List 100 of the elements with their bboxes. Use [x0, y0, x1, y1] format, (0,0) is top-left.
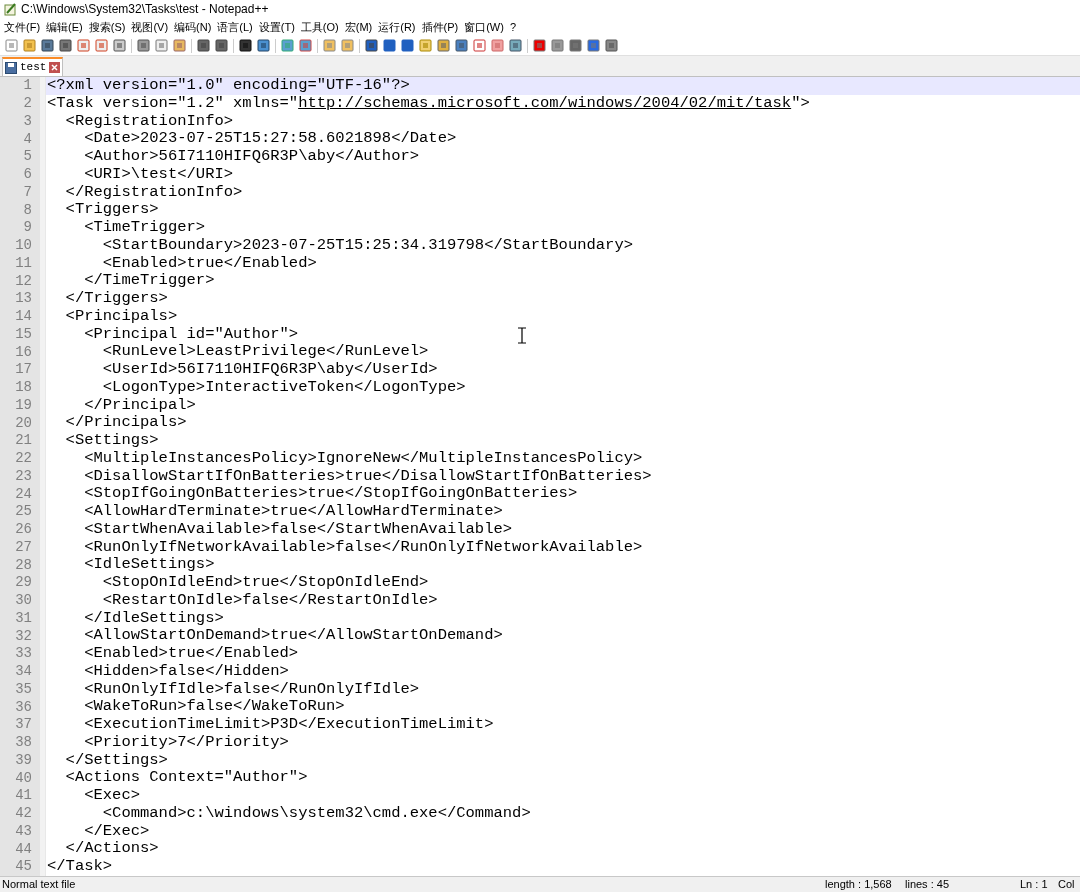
code-line: </Principals> — [64, 415, 187, 431]
code-line: <WakeToRun>false</WakeToRun> — [83, 699, 345, 715]
line-number: 42 — [15, 804, 32, 824]
line-number: 25 — [15, 502, 32, 522]
code-line: <UserId>56I7110HIFQ6R3P\aby</UserId> — [101, 362, 438, 378]
code-line: <URI>\test</URI> — [83, 166, 234, 183]
code-line: <Priority>7</Priority> — [83, 734, 289, 751]
line-number: 17 — [15, 360, 32, 380]
line-number: 43 — [15, 821, 32, 841]
code-line: <StopOnIdleEnd>true</StopOnIdleEnd> — [101, 575, 429, 591]
line-number: 1 — [23, 76, 32, 96]
code-line: <RestartOnIdle>false</RestartOnIdle> — [101, 592, 438, 609]
window-title: C:\Windows\System32\Tasks\test - Notepad++ — [21, 1, 269, 18]
menu-item[interactable]: 窗口(W) — [464, 18, 504, 36]
line-number: 20 — [15, 413, 32, 433]
line-number: 9 — [23, 218, 32, 238]
line-number: 16 — [15, 342, 32, 362]
code-line: <Principal id="Author"> — [83, 326, 299, 343]
code-line: </Principal> — [83, 397, 196, 414]
code-line: <RunOnlyIfIdle>false</RunOnlyIfIdle> — [83, 681, 420, 698]
line-number: 39 — [15, 750, 32, 770]
menu-item[interactable]: 搜索(S) — [88, 18, 126, 36]
url-link[interactable]: http://schemas.microsoft.com/windows/2004/02/mit/task — [298, 93, 792, 112]
code-line: <Enabled>true</Enabled> — [83, 646, 299, 662]
line-number: 33 — [15, 644, 32, 664]
file-type-label: Normal text file — [1, 877, 77, 893]
code-line: <StopIfGoingOnBatteries>true</StopIfGoingOnBatteries> — [83, 486, 578, 502]
code-line: <TimeTrigger> — [83, 220, 206, 236]
line-number: 8 — [23, 200, 32, 220]
code-line: <Task version="1.2" xmlns="http://schemas.microsoft.com/windows/2004/02/mit/task"> — [47, 95, 810, 112]
line-number: 34 — [15, 662, 32, 682]
line-number: 6 — [23, 165, 32, 185]
menu-item[interactable]: 视图(V) — [131, 18, 169, 36]
code-line: <Actions Context="Author"> — [64, 770, 308, 786]
code-line: </IdleSettings> — [83, 610, 224, 627]
code-line: <?xml version="1.0" encoding="UTF-16"?> — [47, 78, 410, 94]
menu-item[interactable]: 编辑(E) — [46, 18, 83, 36]
code-line: <Triggers> — [64, 202, 159, 218]
line-number: 5 — [23, 147, 32, 167]
app-icon — [4, 2, 17, 16]
menu-item[interactable]: 工具(O) — [300, 18, 339, 36]
code-line: <LogonType>InteractiveToken</LogonType> — [101, 379, 466, 396]
code-line: </Exec> — [83, 823, 150, 840]
code-line: </RegistrationInfo> — [64, 184, 243, 201]
lines-label: lines : 45 — [905, 877, 951, 893]
menu-item[interactable]: 运行(R) — [378, 18, 416, 36]
line-number: 21 — [15, 431, 32, 451]
menu-item[interactable]: 插件(P) — [421, 18, 459, 36]
line-number: 2 — [23, 94, 32, 114]
line-number: 10 — [15, 236, 32, 256]
code-line: <MultipleInstancesPolicy>IgnoreNew</MultipleInstancesPolicy> — [83, 450, 643, 467]
length-label: length : 1,568 — [825, 877, 893, 893]
code-line: <AllowStartOnDemand>true</AllowStartOnDemand> — [83, 628, 503, 644]
menu-item[interactable]: 设置(T) — [258, 18, 295, 36]
line-number: 11 — [15, 253, 32, 273]
line-number: 38 — [15, 733, 32, 753]
code-line: <IdleSettings> — [83, 557, 215, 573]
line-number: 23 — [15, 466, 32, 486]
menu-item[interactable]: 编码(N) — [174, 18, 212, 36]
code-line: <StartBoundary>2023-07-25T15:25:34.319798</StartBoundary> — [101, 237, 633, 254]
code-line: </Settings> — [64, 752, 168, 769]
code-line: <RunOnlyIfNetworkAvailable>false</RunOnlyIfNetworkAvailable> — [83, 539, 643, 556]
code-line: <RunLevel>LeastPrivilege</RunLevel> — [101, 344, 429, 360]
line-number: 24 — [15, 484, 32, 504]
line-number: 12 — [15, 271, 32, 291]
menu-item[interactable]: 宏(M) — [344, 18, 373, 36]
file-tab[interactable]: test — [2, 57, 64, 76]
code-line: <Enabled>true</Enabled> — [101, 255, 317, 272]
code-line: </Task> — [47, 859, 113, 875]
code-line: </Triggers> — [64, 291, 168, 307]
line-number: 22 — [15, 449, 32, 469]
menu-item[interactable]: 文件(F) — [4, 18, 41, 36]
code-line: <AllowHardTerminate>true</AllowHardTerminate> — [83, 504, 503, 520]
line-number: 32 — [15, 626, 32, 646]
code-line: <Date>2023-07-25T15:27:58.6021898</Date> — [83, 131, 457, 147]
code-line: <Settings> — [64, 433, 159, 449]
code-line: <DisallowStartIfOnBatteries>true</DisallowStartIfOnBatteries> — [83, 468, 652, 485]
line-number: 18 — [15, 378, 32, 398]
line-number: 7 — [23, 182, 32, 202]
menu-item[interactable]: 语言(L) — [217, 18, 253, 36]
line-number: 28 — [15, 555, 32, 575]
line-number: 31 — [15, 608, 32, 628]
code-line: <Principals> — [64, 308, 178, 325]
code-line: <StartWhenAvailable>false</StartWhenAvailable> — [83, 521, 513, 538]
line-number: 40 — [15, 768, 32, 788]
line-number: 45 — [15, 857, 32, 877]
code-line: </TimeTrigger> — [83, 273, 215, 289]
menu-item[interactable]: ? — [509, 18, 517, 36]
code-line: <ExecutionTimeLimit>P3D</ExecutionTimeLimit> — [83, 717, 494, 733]
line-number: 26 — [15, 520, 32, 540]
line-number: 27 — [15, 537, 32, 557]
position-label: Ln : 1 — [1020, 877, 1049, 893]
line-number: 35 — [15, 679, 32, 699]
line-number: 36 — [15, 697, 32, 717]
line-number: 37 — [15, 715, 32, 735]
code-line: <Command>c:\windows\system32\cmd.exe</Command> — [101, 805, 531, 822]
column-label: Col — [1058, 877, 1075, 893]
line-number: 13 — [15, 289, 32, 309]
text-cursor-icon — [517, 327, 527, 344]
line-number: 30 — [15, 591, 32, 611]
